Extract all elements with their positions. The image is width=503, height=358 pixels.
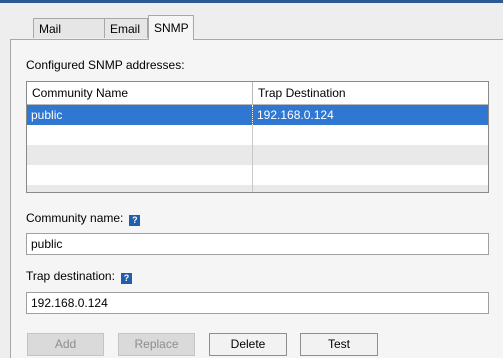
- trap-destination-input[interactable]: 192.168.0.124: [26, 292, 489, 314]
- replace-button[interactable]: Replace: [118, 333, 195, 356]
- empty-table-row: [27, 145, 488, 165]
- add-button[interactable]: Add: [27, 333, 104, 356]
- tab-email[interactable]: Email: [104, 18, 148, 38]
- delete-button[interactable]: Delete: [209, 333, 287, 356]
- empty-table-row: [27, 185, 488, 192]
- column-header-trap-destination[interactable]: Trap Destination: [253, 82, 488, 104]
- help-icon[interactable]: ?: [129, 215, 141, 226]
- column-header-community-name[interactable]: Community Name: [27, 82, 253, 104]
- community-name-input[interactable]: public: [26, 233, 489, 255]
- help-icon[interactable]: ?: [120, 273, 132, 284]
- test-button[interactable]: Test: [300, 333, 378, 356]
- tab-snmp[interactable]: SNMP: [148, 15, 194, 40]
- table-header: Community Name Trap Destination: [27, 82, 488, 105]
- tab-mail-server[interactable]: Mail Server: [33, 18, 105, 56]
- snmp-address-table[interactable]: Community Name Trap Destination public 1…: [26, 81, 489, 193]
- table-row[interactable]: public 192.168.0.124: [27, 105, 488, 125]
- trap-destination-label-row: Trap destination:?: [26, 269, 132, 284]
- trap-destination-label: Trap destination:: [26, 269, 115, 283]
- configured-addresses-label: Configured SNMP addresses:: [26, 58, 185, 72]
- empty-table-row: [27, 165, 488, 185]
- community-name-label-row: Community name:?: [26, 211, 141, 226]
- cell-community-name: public: [27, 105, 253, 125]
- empty-table-row: [27, 125, 488, 145]
- community-name-label: Community name:: [26, 211, 124, 225]
- snmp-panel: Configured SNMP addresses: Community Nam…: [10, 39, 503, 358]
- window-top-border: [0, 0, 503, 3]
- cell-trap-destination: 192.168.0.124: [257, 108, 334, 122]
